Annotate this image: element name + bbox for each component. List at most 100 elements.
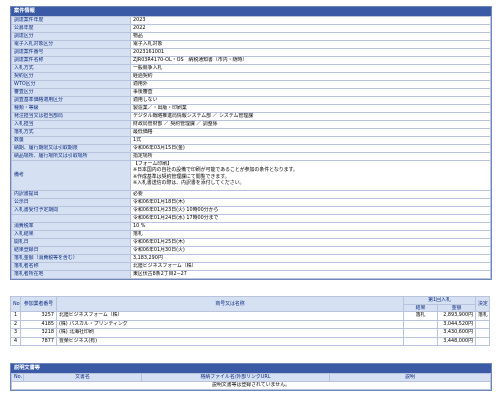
info-label: 調達案件年度 [11,16,131,25]
info-value: 製造業／・出版・印刷業 [130,104,491,113]
bid-decision [475,319,490,329]
bid-no: 3 [10,328,21,338]
info-row: 落札金額（消費税等を含む） 3,183,290円 [11,254,491,263]
info-label: 調達区分 [11,32,131,41]
info-value: 最低価格 [130,128,491,137]
docs-panel-title: 説明文書等 [11,364,491,373]
bid-bidder-no: 4185 [20,319,57,329]
info-row: 調達案件名称 ZJR03R4170-OL・OS 納税通知書（市内・随時） [11,56,491,65]
docs-panel: 説明文書等 No. 文書名 格納ファイル名/外部リンクURL 説明 説明文書等は… [10,363,492,391]
info-row: 契約区分 経過契約 [11,72,491,81]
info-label: 公示日 [11,198,131,207]
bid-no: 4 [10,336,21,346]
col-bidder-no: 参加業者番号 [20,296,57,312]
info-label: 開札日 [11,238,131,247]
info-label: 消費税率 [11,222,131,231]
info-label: 納期、履行期限又は引取期限 [11,144,131,153]
info-row: 種類・等級 製造業／・出版・印刷業 [11,104,491,113]
info-label: 発注担当又は担当部局 [11,112,131,121]
info-row: 落札者名称 北陸ビジネスフォーム（株） [11,262,491,271]
bid-bidder-no: 7877 [20,336,57,346]
info-value: 令和06年03月15日(金) [130,144,491,153]
info-row: 調達案件番号 2023161001 [11,48,491,57]
info-value: 2023 [130,16,491,25]
info-label: 入札方式 [11,64,131,73]
info-value: 物品 [130,32,491,41]
info-row: 調達案件年度 2023 [11,16,491,25]
info-value: 適用外 [130,80,491,89]
docs-table: No. 文書名 格納ファイル名/外部リンクURL 説明 説明文書等は登録されてい… [11,373,491,390]
info-value: 令和06年01月23日(火) 10時00分から [130,206,491,215]
col-name: 商号又は名称 [56,296,404,312]
info-label: 数量 [11,136,131,145]
bid-amount: 3,044,520円 [437,319,476,329]
bid-result [403,328,438,338]
info-value: 一般競争入札 [130,64,491,73]
info-label: 調達案件名称 [11,56,131,65]
bid-bidder-no: 3218 [20,328,57,338]
info-value: 東区伏古8条2丁目2−27 [130,270,491,279]
col-result: 結果 [403,303,438,312]
info-row: 内訳書提出 必要 [11,190,491,199]
bids-panel: No. 参加業者番号 商号又は名称 第1回入札 決定 結果 金額 1 3257 北陸… [10,296,490,346]
info-label: 落札者名称 [11,262,131,271]
info-label: 電子入札対象区分 [11,40,131,49]
info-row: 発注担当又は担当部局 デジタル戦略推進局情報システム部 ／ システム管理課 [11,112,491,121]
info-value: 事後審査 [130,88,491,97]
info-label: 落札者所在地 [11,270,131,279]
docs-col-name: 文書名 [23,373,142,382]
bid-no: 1 [10,311,21,321]
docs-col-no: No. [11,373,24,382]
info-value: 必要 [130,190,491,199]
info-value: 10 % [130,222,491,231]
info-row: WTO区分 適用外 [11,80,491,89]
info-label: 審査区分 [11,88,131,97]
bid-result [403,336,438,346]
info-label: 納品場所、履行場所又は引取場所 [11,152,131,161]
info-row: 消費税率 10 % [11,222,491,231]
bids-table: No. 参加業者番号 商号又は名称 第1回入札 決定 結果 金額 1 3257 北陸… [10,296,490,346]
remarks-label: 備考 [11,160,131,191]
bid-decision [475,336,490,346]
info-row: 公示日 令和06年01月18日(木) [11,198,491,207]
bid-amount: 3,448,000円 [437,336,476,346]
info-row: 納品場所、履行場所又は引取場所 指定場所 [11,152,491,161]
info-label: 種類・等級 [11,104,131,113]
info-row: 入札担当 財政局管財部 ／ 契約管理課 ／ 調整係 [11,120,491,129]
info-row: 納期、履行期限又は引取期限 令和06年03月15日(金) [11,144,491,153]
bid-result [403,319,438,329]
bid-name: 北陸ビジネスフォーム（株） [56,311,404,321]
info-value: 落札 [130,230,491,239]
info-value: 経過契約 [130,72,491,81]
info-label: 内訳書提出 [11,190,131,199]
info-row: 調査基準価格適用区分 適用しない [11,96,491,105]
bid-result: 落札 [403,311,438,321]
info-label: 入札書受付予定期間 [11,206,131,215]
bid-amount: 2,893,900円 [437,311,476,321]
bid-row: 2 4185 (株) パスカル・プリンティング 3,044,520円 [10,319,490,329]
info-row: 入札方式 一般競争入札 [11,64,491,73]
bid-bidder-no: 3257 [20,311,57,321]
bid-name: (株) パスカル・プリンティング [56,319,404,329]
info-label: 落札金額（消費税等を含む） [11,254,131,263]
bid-name: (株) 北海社印刷 [56,328,404,338]
remarks-row: 備考 【フォーム印刷】 ※日本国内の自社の設備で印刷が可能であることが参加の条件… [11,160,491,191]
info-label: 入札結果 [11,230,131,239]
info-row: 落札方式 最低価格 [11,128,491,137]
info-label: 入札担当 [11,120,131,129]
info-panel-title: 案件情報 [11,7,491,16]
info-label [11,214,131,223]
info-panel: 案件情報 調達案件年度 2023 公募年度 2022 調達区分 物品 電子入札対象区分 電子入… [10,6,492,280]
bid-amount: 3,430,600円 [437,328,476,338]
info-value: 電子入札対象 [130,40,491,49]
info-row: 公募年度 2022 [11,24,491,33]
info-row: 結果登録日 令和06年01月30日(火) [11,246,491,255]
info-label: WTO区分 [11,80,131,89]
remarks-value: 【フォーム印刷】 ※日本国内の自社の設備で印刷が可能であることが参加の条件となり… [130,160,491,191]
info-row: 審査区分 事後審査 [11,88,491,97]
info-label: 契約区分 [11,72,131,81]
info-value: 指定場所 [130,152,491,161]
info-row: 電子入札対象区分 電子入札対象 [11,40,491,49]
col-amount: 金額 [437,303,476,312]
info-value: 令和06年01月30日(火) [130,246,491,255]
